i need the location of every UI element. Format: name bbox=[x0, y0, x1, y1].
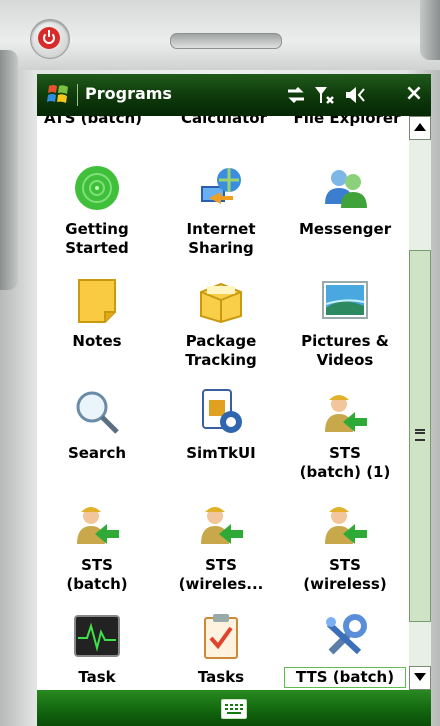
scroll-thumb[interactable] bbox=[409, 250, 431, 622]
program-item[interactable]: SimTkUI bbox=[161, 388, 281, 498]
screen: Programs × ATS (batch) Calculator File E… bbox=[37, 74, 431, 726]
program-label: Getting Started bbox=[65, 220, 129, 257]
program-item[interactable]: Tasks bbox=[161, 612, 281, 690]
keyboard-icon[interactable] bbox=[221, 699, 247, 719]
internet-sharing-icon bbox=[201, 168, 241, 204]
program-label: Task bbox=[78, 668, 116, 686]
programs-list: ATS (batch) Calculator File Explorer Get… bbox=[37, 116, 409, 690]
program-label: STS (batch) (1) bbox=[299, 444, 391, 481]
program-item[interactable]: STS (batch) (1) bbox=[285, 388, 405, 498]
search-icon bbox=[76, 391, 119, 434]
power-icon[interactable] bbox=[30, 19, 70, 59]
simtk-icon bbox=[202, 389, 242, 433]
close-button[interactable]: × bbox=[403, 81, 425, 107]
sync-icon[interactable] bbox=[285, 84, 307, 106]
program-item[interactable]: Notes bbox=[37, 276, 157, 386]
tts-batch-icon bbox=[326, 614, 367, 655]
menu-bar bbox=[37, 690, 431, 726]
signal-off-icon[interactable] bbox=[313, 84, 337, 106]
status-icons bbox=[285, 83, 367, 107]
notes-icon bbox=[78, 279, 116, 323]
program-item[interactable]: STS (batch) bbox=[37, 500, 157, 610]
tasks-icon bbox=[204, 614, 238, 659]
grip-icon bbox=[415, 429, 425, 441]
scrollbar[interactable] bbox=[409, 116, 431, 690]
device-side-left bbox=[0, 50, 18, 290]
program-item[interactable]: Getting Started bbox=[37, 164, 157, 274]
arrow-up-icon bbox=[414, 123, 426, 131]
program-item[interactable]: STS (wireless) bbox=[285, 500, 405, 610]
program-label: STS (batch) bbox=[66, 556, 128, 593]
program-label: Internet Sharing bbox=[186, 220, 256, 257]
program-item[interactable]: TTS (batch) bbox=[284, 612, 406, 690]
title-text: Programs bbox=[85, 84, 172, 103]
program-label: TTS (batch) bbox=[284, 667, 406, 688]
partial-item-label[interactable]: ATS (batch) bbox=[37, 116, 155, 127]
program-label: Search bbox=[67, 444, 127, 462]
program-item[interactable]: Search bbox=[37, 388, 157, 498]
program-item[interactable]: Package Tracking bbox=[161, 276, 281, 386]
device-side-right bbox=[420, 0, 440, 60]
volume-icon[interactable] bbox=[343, 84, 367, 106]
start-flag-icon[interactable] bbox=[45, 81, 73, 109]
arrow-down-icon bbox=[414, 673, 426, 681]
sts-batch-icon bbox=[325, 395, 367, 432]
scroll-down-button[interactable] bbox=[409, 666, 431, 690]
program-label: Tasks bbox=[197, 668, 245, 686]
scroll-up-button[interactable] bbox=[409, 116, 431, 140]
getting-started-icon bbox=[75, 166, 119, 210]
program-label: SimTkUI bbox=[186, 444, 256, 462]
device-frame: Programs × ATS (batch) Calculator File E… bbox=[0, 0, 440, 726]
program-label: Messenger bbox=[299, 220, 392, 238]
messenger-icon bbox=[325, 170, 367, 208]
program-label: STS (wireles... bbox=[178, 556, 264, 593]
program-label: STS (wireless) bbox=[303, 556, 387, 593]
scroll-track[interactable] bbox=[409, 140, 431, 666]
title-separator bbox=[77, 84, 78, 106]
task-manager-icon bbox=[74, 615, 120, 657]
program-item[interactable]: Task bbox=[37, 612, 157, 690]
program-label: Pictures & Videos bbox=[301, 332, 389, 369]
sts-batch-icon bbox=[77, 507, 119, 544]
program-item[interactable]: Internet Sharing bbox=[161, 164, 281, 274]
program-label: Notes bbox=[72, 332, 122, 350]
partial-item-label[interactable]: File Explorer bbox=[285, 116, 409, 127]
partial-item-label[interactable]: Calculator bbox=[162, 116, 286, 127]
package-icon bbox=[200, 282, 242, 324]
program-label: Package Tracking bbox=[185, 332, 257, 369]
title-bar: Programs × bbox=[37, 74, 431, 116]
program-item[interactable]: STS (wireles... bbox=[161, 500, 281, 610]
pictures-icon bbox=[322, 281, 368, 319]
program-item[interactable]: Pictures & Videos bbox=[285, 276, 405, 386]
speaker-grille bbox=[170, 33, 282, 49]
program-item[interactable]: Messenger bbox=[285, 164, 405, 274]
sts-wireless-icon bbox=[201, 507, 243, 544]
sts-wireless-icon bbox=[325, 507, 367, 544]
